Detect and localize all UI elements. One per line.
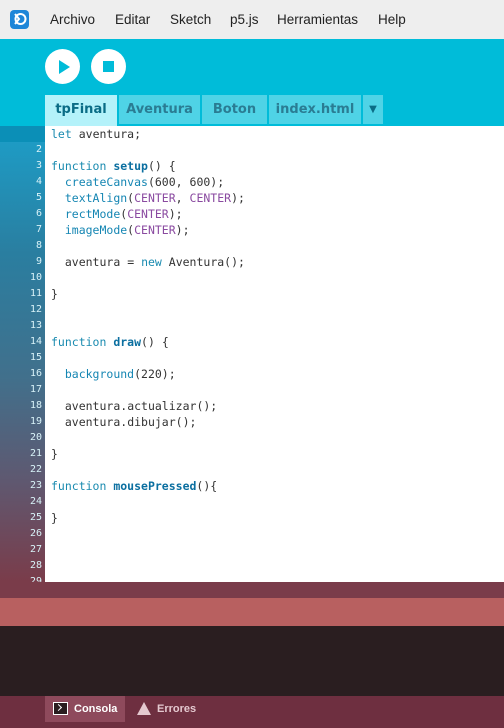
tab-consola[interactable]: Consola: [45, 696, 125, 722]
line-number: 20: [29, 432, 42, 443]
line-number: 10: [29, 272, 42, 283]
code-line[interactable]: aventura.dibujar();: [51, 414, 197, 430]
line-number: 11: [29, 288, 42, 299]
code-line[interactable]: aventura.actualizar();: [51, 398, 217, 414]
line-number: 2: [35, 144, 42, 155]
line-number: 19: [29, 416, 42, 427]
tab-tpfinal[interactable]: tpFinal: [45, 95, 117, 126]
code-line[interactable]: let aventura;: [51, 126, 141, 142]
code-line[interactable]: function mousePressed(){: [51, 478, 217, 494]
code-line[interactable]: background(220);: [51, 366, 176, 382]
tab-boton[interactable]: Boton: [202, 95, 267, 124]
play-icon: [59, 60, 70, 74]
line-number: 6: [35, 208, 42, 219]
line-number: 7: [35, 224, 42, 235]
line-number: 17: [29, 384, 42, 395]
code-line[interactable]: }: [51, 286, 58, 302]
processing-logo-icon: [10, 10, 29, 29]
code-editor[interactable]: let aventura; function setup() { createCa…: [45, 126, 504, 582]
line-number: 4: [35, 176, 42, 187]
message-area: [0, 598, 504, 626]
line-number: 21: [29, 448, 42, 459]
tab-menu-dropdown-icon[interactable]: ▼: [363, 95, 383, 124]
menu-herramientas[interactable]: Herramientas: [277, 0, 358, 39]
code-line[interactable]: function setup() {: [51, 158, 176, 174]
line-number: 5: [35, 192, 42, 203]
tab-errores-label: Errores: [157, 703, 197, 715]
menu-archivo[interactable]: Archivo: [50, 0, 95, 39]
terminal-icon: [53, 702, 68, 715]
line-number: 13: [29, 320, 42, 331]
line-number: 26: [29, 528, 42, 539]
menu-help[interactable]: Help: [378, 0, 406, 39]
stop-button[interactable]: [91, 49, 126, 84]
code-line[interactable]: rectMode(CENTER);: [51, 206, 183, 222]
line-number: 12: [29, 304, 42, 315]
code-line[interactable]: function draw() {: [51, 334, 169, 350]
line-number: 14: [29, 336, 42, 347]
line-number: 16: [29, 368, 42, 379]
tab-aventura[interactable]: Aventura: [119, 95, 200, 124]
console-tab-bar: Consola Errores: [0, 696, 504, 728]
console-output[interactable]: [0, 626, 504, 696]
code-line[interactable]: createCanvas(600, 600);: [51, 174, 224, 190]
line-number-gutter: 1234567891011121314151617181920212223242…: [0, 126, 45, 587]
line-number: 27: [29, 544, 42, 555]
line-number: 24: [29, 496, 42, 507]
line-number: 28: [29, 560, 42, 571]
line-number: 8: [35, 240, 42, 251]
line-number: 3: [35, 160, 42, 171]
tab-index-html[interactable]: index.html: [269, 95, 361, 124]
line-number: 18: [29, 400, 42, 411]
code-line[interactable]: textAlign(CENTER, CENTER);: [51, 190, 245, 206]
menu-editar[interactable]: Editar: [115, 0, 150, 39]
code-line[interactable]: imageMode(CENTER);: [51, 222, 190, 238]
tab-consola-label: Consola: [74, 703, 118, 715]
warning-icon: [137, 702, 151, 715]
menu-p5js[interactable]: p5.js: [230, 0, 259, 39]
code-line[interactable]: }: [51, 446, 58, 462]
line-number: 15: [29, 352, 42, 363]
line-number: 25: [29, 512, 42, 523]
line-number: 23: [29, 480, 42, 491]
code-line[interactable]: }: [51, 510, 58, 526]
code-line[interactable]: aventura = new Aventura();: [51, 254, 245, 270]
stop-icon: [103, 61, 114, 72]
run-button[interactable]: [45, 49, 80, 84]
editor-status-divider: [0, 582, 504, 598]
line-number: 22: [29, 464, 42, 475]
current-line-gutter-highlight: [0, 126, 45, 142]
toolbar: tpFinal Aventura Boton index.html ▼: [0, 39, 504, 126]
menu-bar: Archivo Editar Sketch p5.js Herramientas…: [0, 0, 504, 39]
line-number: 9: [35, 256, 42, 267]
tab-errores[interactable]: Errores: [133, 696, 213, 722]
menu-sketch[interactable]: Sketch: [170, 0, 211, 39]
